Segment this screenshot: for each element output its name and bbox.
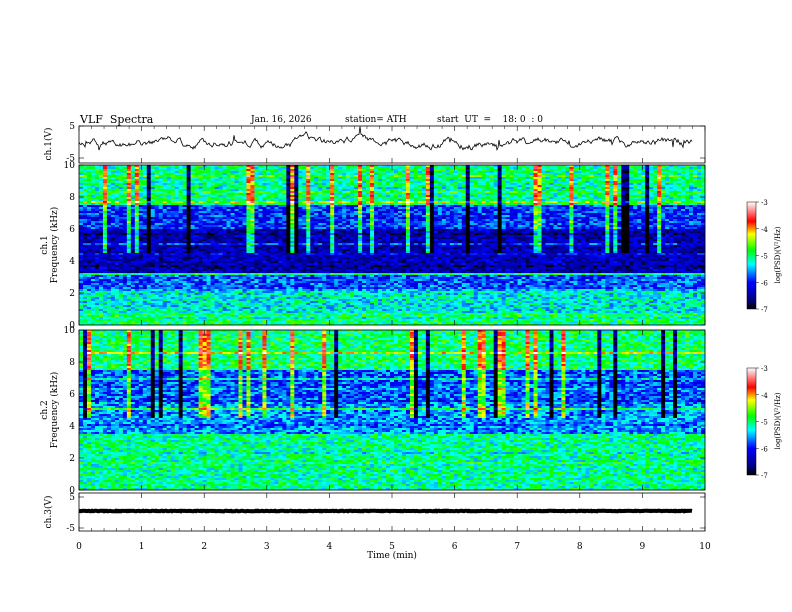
colorbar-tick-label: -3 — [761, 365, 768, 373]
voltage-tick-label: 5 — [69, 493, 75, 503]
time-tick-label: 6 — [452, 542, 458, 552]
colorbar-tick-label: -6 — [761, 279, 768, 287]
time-tick-label: 1 — [139, 542, 145, 552]
time-tick-label: 3 — [264, 542, 270, 552]
time-tick-label: 8 — [577, 542, 583, 552]
time-tick-label: 4 — [327, 542, 333, 552]
frequency-tick-label: 10 — [64, 161, 76, 171]
frequency-tick-label: 2 — [69, 289, 75, 299]
ch1-colorbar — [747, 202, 756, 309]
time-tick-label: 9 — [640, 542, 646, 552]
ch2-frequency-axis-label: Frequency (kHz) — [49, 372, 60, 449]
time-tick-label: 10 — [699, 542, 711, 552]
ch2-spectrogram-image — [79, 330, 705, 490]
panel-ch1-waveform: 5-5 ch.1(V) — [43, 122, 705, 164]
ch1-colorbar-ticks: -3 -4 -5 -6 -7 — [756, 199, 768, 314]
time-tick-label: 0 — [76, 542, 82, 552]
ch2-axis-label-channel: ch.2 — [40, 400, 50, 419]
frequency-tick-label: 8 — [69, 358, 75, 368]
colorbar-tick-label: -4 — [761, 226, 768, 234]
vlf-figure: 5-5 ch.1(V) 0246810 ch.1 Frequency (kHz)… — [0, 0, 792, 612]
ch2-colorbar — [747, 368, 756, 475]
ch2-colorbar-ticks: -3 -4 -5 -6 -7 — [756, 365, 768, 480]
time-tick-label: 2 — [201, 542, 207, 552]
ch1-waveform-line — [79, 127, 692, 151]
ch2-colorbar-label: log(PSD)(V²/Hz) — [774, 392, 782, 449]
ch3-voltage-axis-label: ch.3(V) — [43, 496, 54, 529]
colorbar-tick-label: -6 — [761, 445, 768, 453]
colorbar-tick-label: -7 — [761, 306, 768, 314]
ch1-axis-label-channel: ch.1 — [40, 235, 50, 254]
colorbar-tick-label: -5 — [761, 419, 768, 427]
frequency-tick-label: 4 — [69, 422, 75, 432]
colorbar-tick-label: -3 — [761, 199, 768, 207]
voltage-tick-label: -5 — [66, 524, 75, 534]
frequency-tick-label: 8 — [69, 193, 75, 203]
panel-ch3-waveform: 5 -5 ch.3(V) — [43, 493, 705, 534]
ch1-voltage-axis-label: ch.1(V) — [43, 128, 54, 161]
ch3-waveform-line — [79, 511, 692, 512]
ch1-spectrogram-image — [79, 165, 705, 325]
ch1-frequency-axis-label: Frequency (kHz) — [49, 207, 60, 284]
ch1-colorbar-label: log(PSD)(V²/Hz) — [774, 226, 782, 283]
voltage-tick-label: 5 — [69, 122, 75, 132]
time-axis-label: Time (min) — [367, 550, 417, 561]
frequency-tick-label: 4 — [69, 257, 75, 267]
frequency-tick-label: 2 — [69, 454, 75, 464]
colorbar-tick-label: -4 — [761, 392, 768, 400]
frequency-tick-label: 10 — [64, 326, 76, 336]
colorbar-tick-label: -5 — [761, 253, 768, 261]
frequency-tick-label: 6 — [69, 225, 75, 235]
time-tick-label: 7 — [514, 542, 520, 552]
frequency-tick-label: 6 — [69, 390, 75, 400]
panel-ch1-spectrogram: 0246810 ch.1 Frequency (kHz) -3-4-5-6-7 … — [40, 161, 782, 331]
ch3-voltage-ticks: 5 -5 — [66, 493, 705, 534]
panel-ch2-spectrogram: 0246810 ch.2 Frequency (kHz) -3-4-5-6-7 … — [40, 326, 782, 496]
colorbar-tick-label: -7 — [761, 472, 768, 480]
